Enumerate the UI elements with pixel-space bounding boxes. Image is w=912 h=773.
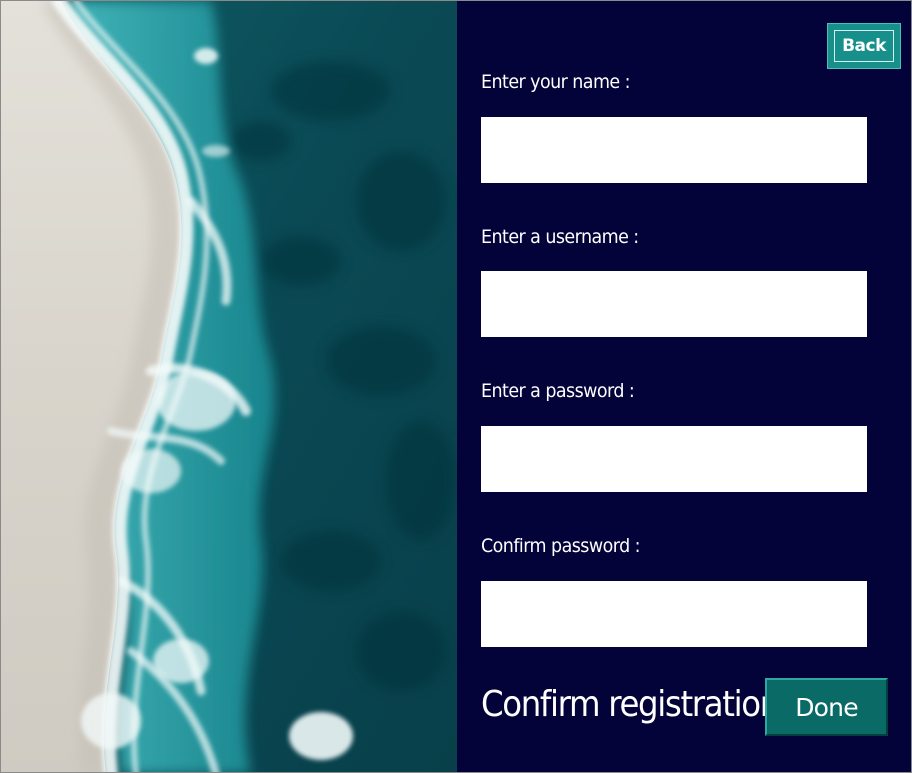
registration-window: Back Enter your name : Enter a username … [0,0,912,773]
username-input[interactable] [481,271,867,337]
confirm-password-label: Confirm password : [481,535,641,557]
back-button[interactable]: Back [827,23,901,69]
password-label: Enter a password : [481,380,635,402]
name-label: Enter your name : [481,71,631,93]
confirm-registration-text: Confirm registration [481,684,780,725]
beach-ocean-photo [1,1,457,772]
confirm-password-input[interactable] [481,581,867,647]
password-input[interactable] [481,426,867,492]
name-input[interactable] [481,117,867,183]
username-label: Enter a username : [481,226,639,248]
registration-form: Back Enter your name : Enter a username … [457,1,911,772]
done-button[interactable]: Done [765,678,888,736]
back-button-label: Back [834,30,894,62]
